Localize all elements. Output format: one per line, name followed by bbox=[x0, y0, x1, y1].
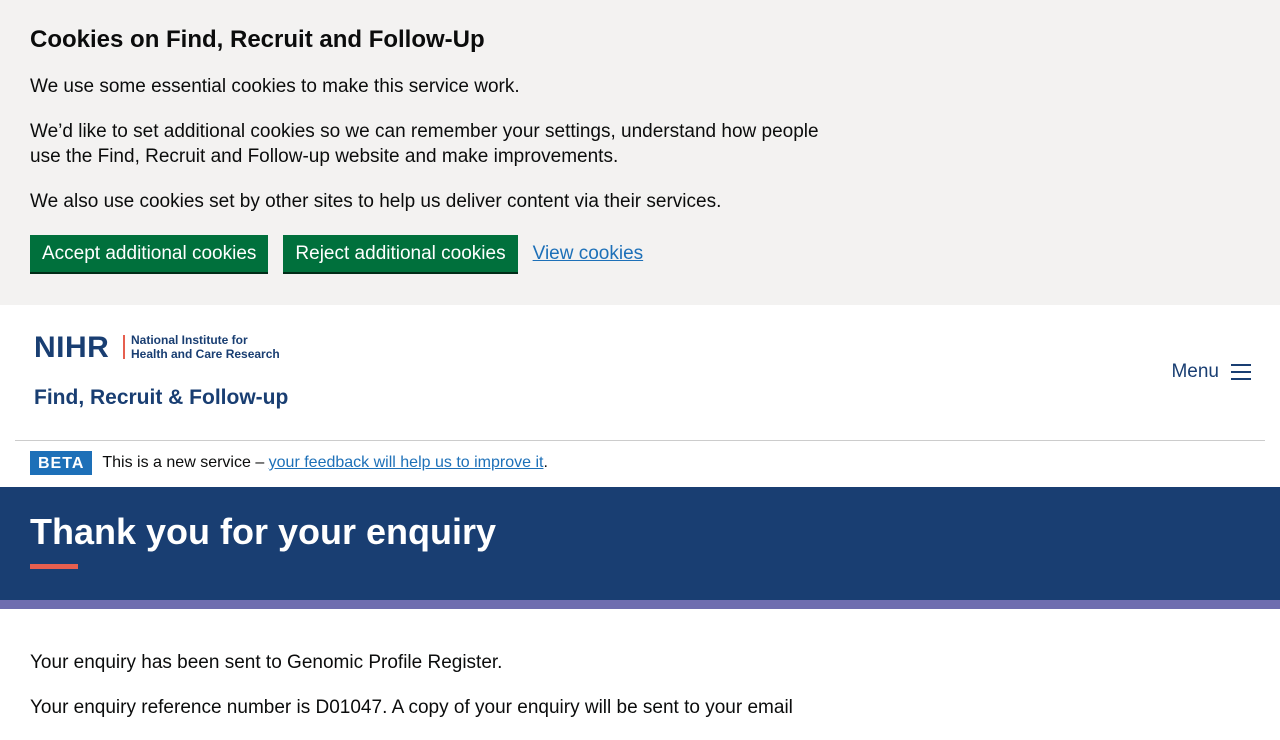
feedback-link[interactable]: your feedback will help us to improve it bbox=[269, 454, 544, 471]
logo-org-name: National Institute for Health and Care R… bbox=[131, 333, 280, 361]
menu-button[interactable]: Menu bbox=[1171, 361, 1251, 383]
phase-text-before: This is a new service – bbox=[102, 454, 269, 471]
cookie-banner-title: Cookies on Find, Recruit and Follow-Up bbox=[30, 26, 485, 53]
phase-banner-text: This is a new service – your feedback wi… bbox=[102, 454, 548, 472]
main-content: Your enquiry has been sent to Genomic Pr… bbox=[30, 650, 830, 740]
phase-banner: BETA This is a new service – your feedba… bbox=[30, 451, 548, 475]
beta-tag: BETA bbox=[30, 451, 93, 475]
nihr-logo[interactable]: NIHR National Institute for Health and C… bbox=[34, 331, 288, 413]
view-cookies-link[interactable]: View cookies bbox=[533, 243, 644, 265]
service-name: Find, Recruit & Follow-up bbox=[34, 386, 289, 409]
cookie-actions: Accept additional cookies Reject additio… bbox=[30, 235, 643, 272]
phase-text-after: . bbox=[543, 454, 548, 471]
page-title: Thank you for your enquiry bbox=[30, 511, 497, 552]
site-header: NIHR National Institute for Health and C… bbox=[0, 305, 1280, 441]
header-divider bbox=[15, 440, 1265, 441]
logo-org-line2: Health and Care Research bbox=[131, 347, 280, 361]
cookie-banner-content: Cookies on Find, Recruit and Follow-Up W… bbox=[30, 26, 830, 234]
cookie-paragraph-additional: We’d like to set additional cookies so w… bbox=[30, 121, 819, 167]
accept-cookies-button[interactable]: Accept additional cookies bbox=[30, 235, 269, 272]
reject-cookies-button[interactable]: Reject additional cookies bbox=[283, 235, 518, 272]
logo-abbr: NIHR bbox=[34, 331, 110, 364]
enquiry-sent-text: Your enquiry has been sent to Genomic Pr… bbox=[30, 652, 503, 673]
cookie-paragraph-third-party: We also use cookies set by other sites t… bbox=[30, 191, 722, 212]
hamburger-icon bbox=[1231, 364, 1251, 380]
logo-org-line1: National Institute for bbox=[131, 333, 248, 347]
cookie-banner: Cookies on Find, Recruit and Follow-Up W… bbox=[0, 0, 1280, 305]
hero-stripe bbox=[0, 600, 1280, 609]
menu-label: Menu bbox=[1171, 361, 1219, 382]
title-underline bbox=[30, 564, 78, 569]
enquiry-reference-text: Your enquiry reference number is D01047.… bbox=[30, 697, 793, 718]
page-hero: Thank you for your enquiry bbox=[0, 487, 1280, 600]
cookie-paragraph-essential: We use some essential cookies to make th… bbox=[30, 76, 520, 97]
logo-divider bbox=[123, 335, 125, 359]
